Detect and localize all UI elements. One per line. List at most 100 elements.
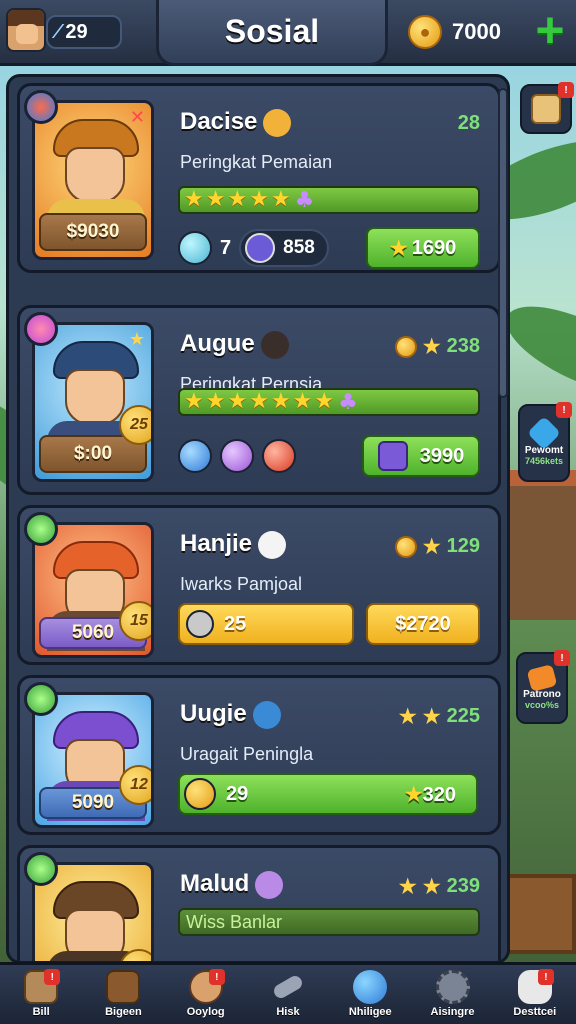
- coin-icon: [394, 535, 417, 558]
- chest-icon: [377, 441, 408, 471]
- nav-label: Nhiligee: [348, 1006, 392, 1018]
- player-subtitle: Iwarks Pamjoal: [180, 574, 303, 594]
- player-name: Uugie: [180, 700, 281, 729]
- rating-bar: ★ ★ ★ ★ ★ ♣: [178, 186, 480, 214]
- hat-icon: [252, 700, 281, 729]
- star-icon: ★: [205, 389, 226, 414]
- nav-item-bill[interactable]: Bill !: [0, 965, 82, 1024]
- nav-item-nhiligee[interactable]: Nhiligee: [329, 965, 411, 1024]
- red-orb-icon: [262, 439, 296, 473]
- star-icon: ★: [227, 187, 248, 212]
- item-pill: 858: [239, 229, 329, 267]
- level-value: 29: [65, 20, 88, 43]
- player-level: ⁄ 29: [46, 15, 122, 49]
- close-icon[interactable]: ✕: [130, 107, 145, 128]
- star-icon: ★: [270, 389, 291, 414]
- globe-icon: [353, 970, 388, 1004]
- star-icon: ★: [249, 187, 269, 212]
- side-shop-label: Patrono: [523, 688, 561, 700]
- player-name: Augue: [180, 330, 289, 359]
- reward-button[interactable]: 3990: [362, 435, 480, 477]
- notification-badge: !: [556, 402, 572, 418]
- player-card[interactable]: $9030 ✕ Dacise 28 Peringkat Pemaian ★ ★ …: [17, 83, 501, 273]
- nav-item-desttcei[interactable]: Desttcei !: [494, 965, 576, 1024]
- star-icon: ★: [398, 706, 417, 728]
- gear-icon: [435, 970, 470, 1004]
- level-badge: 25: [119, 405, 151, 445]
- map-icon: [531, 94, 561, 124]
- nav-label: Aisingre: [430, 1006, 475, 1018]
- player-portrait: $9030 ✕: [32, 100, 154, 260]
- reward-button[interactable]: $2720: [366, 603, 480, 645]
- purple-orb-icon: [220, 439, 254, 473]
- reward-button[interactable]: ★ 1690: [366, 227, 480, 269]
- player-subtitle: Peringkat Pemaian: [180, 152, 333, 172]
- side-shop-button[interactable]: Patrono vcoo%s !: [516, 650, 570, 724]
- notification-badge: !: [554, 650, 570, 666]
- stats-row: 7 858 ★ 1690: [178, 226, 480, 270]
- panel-scrollbar[interactable]: [498, 88, 508, 398]
- side-event-button[interactable]: Pewomt 7456kets !: [518, 402, 572, 482]
- avatar-face: [16, 24, 38, 44]
- stats-row: 29 ★320: [178, 772, 480, 816]
- add-coins-button[interactable]: +: [530, 5, 570, 55]
- star-icon: ★: [422, 706, 441, 728]
- social-panel: $9030 ✕ Dacise 28 Peringkat Pemaian ★ ★ …: [6, 74, 510, 964]
- player-card[interactable]: 5060 15 Hanjie ★ 129 Iwarks Pamjoal 25 $2…: [17, 505, 501, 665]
- notification-badge: !: [537, 969, 554, 985]
- nav-item-hisk[interactable]: Hisk: [247, 965, 329, 1024]
- star-icon: ★: [404, 783, 423, 806]
- nav-label: Bill: [32, 1006, 50, 1018]
- player-card[interactable]: 5090 12 Uugie ★ ★ 225 Uragait Peningla 29 …: [17, 675, 501, 835]
- star-icon: ★: [398, 876, 417, 898]
- gem-icon: [24, 312, 58, 346]
- gem-icon: [24, 90, 58, 124]
- side-map-button[interactable]: !: [520, 82, 574, 134]
- nav-item-aisingre[interactable]: Aisingre: [411, 965, 493, 1024]
- gem-icon: [24, 852, 58, 886]
- cow-icon: [258, 530, 287, 559]
- item-value: 858: [283, 237, 315, 258]
- player-subtitle: Uragait Peningla: [180, 744, 314, 764]
- portrait-face: [65, 369, 125, 425]
- top-bar: ⁄ 29 Sosial ● 7000 +: [0, 0, 576, 66]
- side-shop-sub: vcoo%s: [524, 699, 559, 710]
- player-score: ★ ★ 239: [398, 875, 480, 898]
- hammer-icon: [271, 973, 305, 1001]
- ticket-icon: [186, 610, 214, 638]
- nav-item-bigeen[interactable]: Bigeen: [82, 965, 164, 1024]
- star-icon: ★: [205, 187, 226, 212]
- star-icon: ★: [270, 187, 291, 212]
- star-icon: ★: [184, 389, 204, 414]
- chest-icon: [526, 663, 558, 692]
- player-name: Hanjie: [180, 530, 287, 559]
- orb-icon: [255, 870, 284, 899]
- coin-icon: [394, 335, 417, 358]
- nav-item-ooylog[interactable]: Ooylog !: [165, 965, 247, 1024]
- page-title: Sosial: [156, 0, 388, 66]
- nav-label: Ooylog: [186, 1006, 225, 1018]
- player-portrait: $:00 25 ★: [32, 322, 154, 482]
- nav-label: Bigeen: [105, 1006, 142, 1018]
- star-icon: ★: [422, 336, 441, 358]
- book-icon: [245, 233, 276, 263]
- player-name: Dacise: [180, 108, 292, 137]
- player-avatar[interactable]: [6, 8, 46, 52]
- ticket-button[interactable]: 25: [178, 603, 354, 645]
- gem-icon: [24, 512, 58, 546]
- star-icon: ★: [184, 187, 204, 212]
- player-subtitle: Wiss Banlar: [186, 911, 283, 932]
- star-icon: ★: [422, 536, 441, 558]
- price-tag: $9030: [39, 213, 147, 251]
- player-score: ★ 238: [394, 334, 480, 359]
- player-card[interactable]: 12 Malud ★★239 Wiss Banlar: [17, 845, 501, 961]
- coin-icon: ●: [408, 15, 442, 49]
- star-icon: ★: [128, 329, 145, 350]
- player-card[interactable]: $:00 25 ★ Augue ★ 238 Peringkat Pernsia ★…: [17, 305, 501, 495]
- coin-value: 7000: [452, 19, 501, 44]
- progress-button[interactable]: 29 ★320: [178, 773, 478, 815]
- bottom-nav: Bill ! Bigeen Ooylog ! Hisk Nhiligee Ais…: [0, 962, 576, 1024]
- coin-icon: [184, 778, 216, 810]
- rank-icon: ♣: [338, 389, 358, 415]
- player-score: 28: [457, 112, 480, 134]
